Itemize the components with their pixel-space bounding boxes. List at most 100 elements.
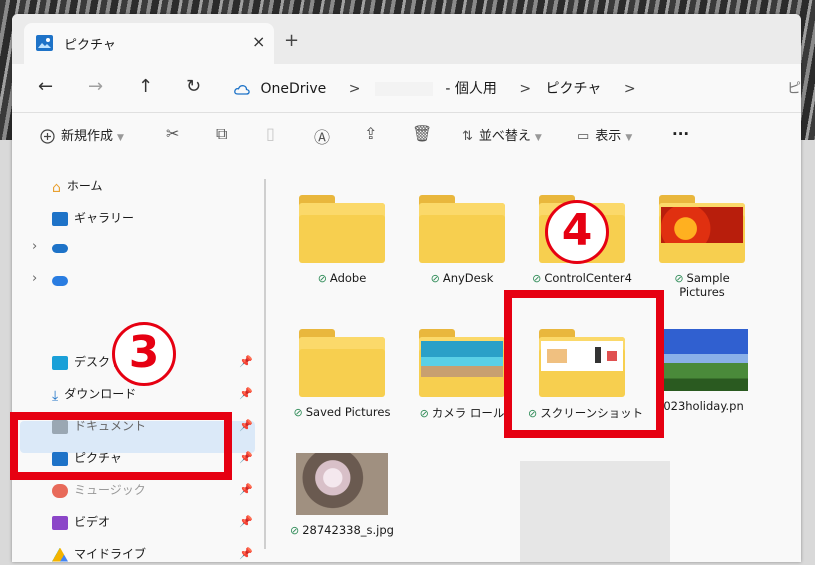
cut-icon[interactable]: ✂ (166, 124, 179, 143)
pin-icon[interactable]: 📌 (239, 483, 253, 496)
view-icon: ▭ (577, 129, 590, 144)
pictures-folder-icon (36, 35, 53, 51)
search-field-fragment[interactable]: ピ (787, 78, 801, 98)
sidebar-item-label: マイドライブ (74, 547, 147, 561)
share-icon[interactable]: ⇪ (364, 124, 377, 143)
onedrive-blue-icon (52, 275, 68, 286)
new-label: 新規作成 (61, 129, 114, 144)
sync-status-icon: ⊘ (317, 272, 327, 285)
desktop-icon (52, 355, 68, 370)
sort-button[interactable]: ⇅ 並べ替え ▼ (462, 125, 542, 144)
video-icon (52, 515, 68, 530)
breadcrumb-separator[interactable]: > (519, 81, 531, 97)
rename-icon[interactable]: Ⓐ (314, 124, 330, 148)
folder-item[interactable]: ⊘ カメラ ロール (408, 329, 516, 421)
close-tab-icon[interactable]: × (252, 32, 265, 51)
pin-icon[interactable]: 📌 (239, 355, 253, 368)
pin-icon[interactable]: 📌 (239, 451, 253, 464)
sidebar-item-label: ギャラリー (74, 211, 135, 225)
sidebar-item-gallery[interactable]: ギャラリー (52, 209, 134, 226)
more-options-button[interactable]: ··· (672, 125, 689, 143)
folder-icon (299, 195, 385, 263)
expand-chevron-icon[interactable]: › (32, 239, 37, 254)
pin-icon[interactable]: 📌 (239, 547, 253, 560)
pin-icon[interactable]: 📌 (239, 515, 253, 528)
sync-status-icon: ⊘ (293, 406, 303, 419)
breadcrumb-onedrive[interactable]: OneDrive (260, 81, 326, 97)
address-bar: ← → ↑ ↻ OneDrive > - 個人用 > ピクチャ > ピ (12, 64, 801, 112)
folder-icon (299, 329, 385, 397)
blossom-photo-thumbnail (296, 453, 388, 515)
file-name-wrap: Pictures (679, 285, 725, 299)
folder-icon (419, 195, 505, 263)
holiday-photo-thumbnail (656, 329, 748, 391)
refresh-icon[interactable]: ↻ (186, 76, 201, 97)
file-name: カメラ ロール (431, 406, 505, 420)
sync-status-icon: ⊘ (532, 272, 542, 285)
new-tab-button[interactable]: + (284, 30, 299, 51)
sync-status-icon: ⊘ (674, 272, 684, 285)
delete-icon[interactable]: 🗑 (412, 124, 432, 143)
sync-status-icon: ⊘ (430, 272, 440, 285)
google-drive-icon (52, 547, 68, 562)
sort-label: 並べ替え (478, 129, 531, 144)
paste-icon[interactable]: ▯ (266, 124, 275, 143)
step4-number-badge: 4 (545, 200, 609, 264)
music-icon (52, 483, 68, 498)
tab-strip: ピクチャ × + (12, 14, 801, 64)
view-button[interactable]: ▭ 表示 ▼ (577, 125, 632, 144)
redacted-username (374, 82, 433, 96)
breadcrumb-separator[interactable]: > (349, 81, 361, 97)
file-name: Saved Pictures (305, 405, 391, 419)
image-file-item[interactable]: 2023holiday.pn g (648, 329, 756, 427)
folder-photo-icon (659, 195, 745, 263)
selected-file-highlight (520, 461, 670, 562)
copy-icon[interactable]: ⧉ (216, 124, 227, 144)
sidebar-item-downloads[interactable]: ⤓ ダウンロード (52, 385, 137, 404)
sort-icon: ⇅ (462, 129, 473, 144)
breadcrumb-pictures[interactable]: ピクチャ (546, 81, 602, 97)
file-name: AnyDesk (442, 271, 494, 285)
home-icon: ⌂ (52, 179, 61, 196)
step4-highlight-box (504, 290, 664, 438)
folder-item[interactable]: ⊘ Adobe (288, 195, 396, 285)
sidebar-item-home[interactable]: ⌂ ホーム (52, 177, 103, 196)
view-label: 表示 (595, 129, 622, 144)
step3-highlight-box (10, 412, 232, 480)
sidebar-item-onedrive-business[interactable] (52, 273, 74, 287)
tab-pictures[interactable]: ピクチャ × (24, 23, 274, 64)
file-name: Adobe (329, 271, 367, 285)
breadcrumb-personal[interactable]: - 個人用 (445, 81, 497, 97)
folder-item[interactable]: ⊘ Sample Pictures (648, 195, 756, 299)
sidebar-item-onedrive[interactable] (52, 241, 74, 255)
folder-item[interactable]: ⊘ AnyDesk (408, 195, 516, 285)
expand-chevron-icon[interactable]: › (32, 271, 37, 286)
file-name: 28742338_s.jpg (302, 523, 394, 537)
forward-arrow-icon[interactable]: → (88, 76, 103, 97)
breadcrumb: OneDrive > - 個人用 > ピクチャ > (234, 78, 646, 98)
pane-divider[interactable] (264, 179, 266, 549)
sidebar-item-my-drive[interactable]: マイドライブ (52, 545, 146, 562)
gallery-icon (52, 211, 68, 226)
sidebar-item-label: ビデオ (74, 515, 111, 529)
back-arrow-icon[interactable]: ← (38, 76, 53, 97)
sidebar-item-videos[interactable]: ビデオ (52, 513, 110, 530)
up-arrow-icon[interactable]: ↑ (138, 76, 153, 97)
new-button[interactable]: 新規作成 ▼ (40, 125, 124, 144)
cloud-icon (234, 84, 250, 95)
sidebar-item-music[interactable]: ミュージック (52, 481, 146, 498)
file-name: Sample (686, 271, 730, 285)
dropdown-chevron-icon: ▼ (534, 133, 542, 143)
sync-status-icon: ⊘ (419, 407, 429, 420)
breadcrumb-separator[interactable]: > (624, 81, 636, 97)
sidebar-item-label: ミュージック (74, 483, 146, 497)
folder-photo-icon (419, 329, 505, 397)
folder-item[interactable]: ⊘ Saved Pictures (288, 329, 396, 419)
pin-icon[interactable]: 📌 (239, 419, 253, 432)
image-file-item[interactable]: ⊘ 28742338_s.jpg (288, 453, 396, 537)
add-icon (40, 129, 55, 144)
dropdown-chevron-icon: ▼ (625, 133, 633, 143)
sidebar-item-label: ダウンロード (64, 387, 137, 401)
sync-status-icon: ⊘ (290, 524, 300, 537)
pin-icon[interactable]: 📌 (239, 387, 253, 400)
